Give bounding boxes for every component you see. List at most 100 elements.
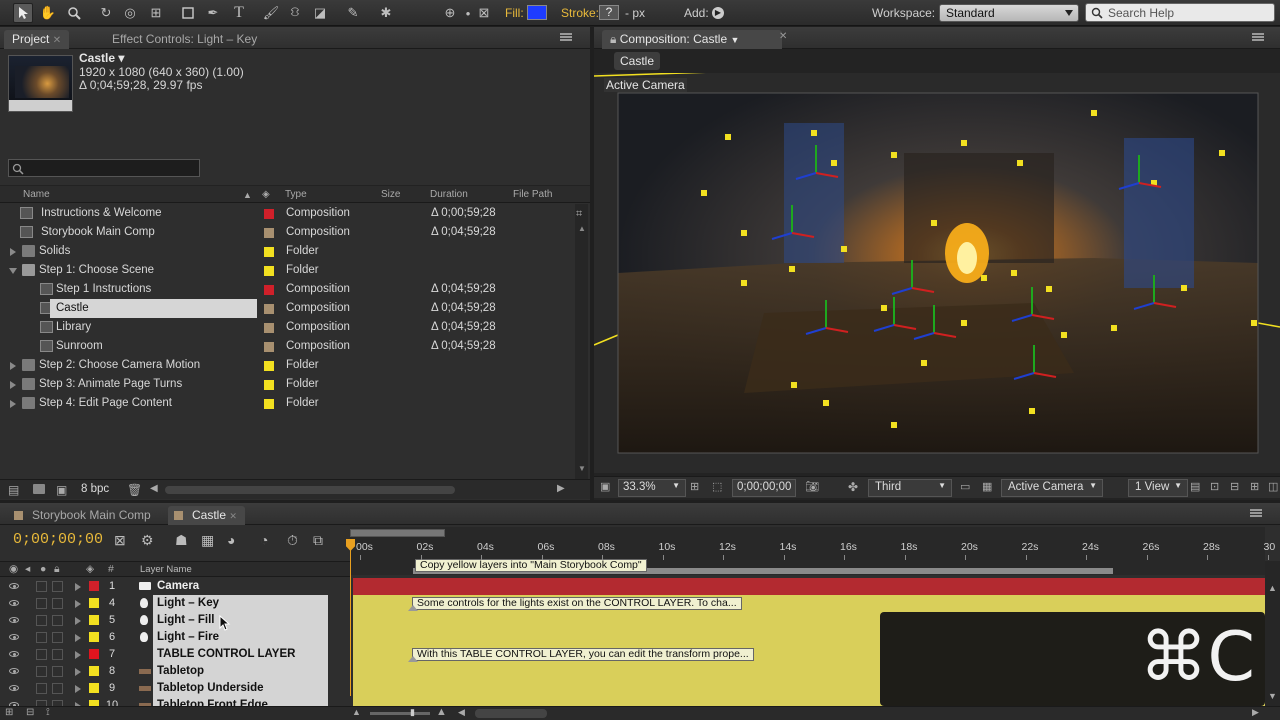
light-handle[interactable] (1061, 332, 1067, 338)
horizontal-scroll-thumb[interactable] (165, 486, 455, 494)
rotate-tool-icon[interactable]: ↻ (96, 3, 116, 23)
light-handle[interactable] (741, 230, 747, 236)
light-handle[interactable] (725, 134, 731, 140)
view-layout-dropdown[interactable]: 1 View ▼ (1128, 479, 1188, 497)
label-color-swatch[interactable] (264, 399, 274, 409)
expand-layer-triangle-icon[interactable] (75, 685, 81, 693)
time-navigator[interactable] (350, 529, 445, 537)
lock-toggle[interactable] (52, 581, 63, 592)
toggle-expand-icon[interactable]: ⟟ (46, 707, 50, 718)
lock-toggle[interactable] (52, 683, 63, 694)
selection-tool-icon[interactable] (13, 3, 33, 23)
light-handle[interactable] (891, 422, 897, 428)
visibility-eye-icon[interactable] (9, 617, 19, 623)
layer-label-color[interactable] (89, 649, 99, 659)
panel-menu-icon[interactable] (1250, 509, 1262, 517)
label-color-swatch[interactable] (264, 380, 274, 390)
scroll-up-icon[interactable]: ▲ (578, 224, 586, 233)
workspace-dropdown[interactable]: Standard (939, 4, 1079, 22)
project-item[interactable]: Step 3: Animate Page Turns Folder (4, 375, 574, 394)
always-preview-icon[interactable]: ▣ (600, 480, 610, 493)
camera-view-dropdown[interactable]: Active Camera ▼ (1001, 479, 1103, 497)
expand-layer-triangle-icon[interactable] (75, 583, 81, 591)
comp-flowchart-icon[interactable]: ⊞ (1250, 480, 1259, 493)
snapshot-icon[interactable]: 📷︎ (805, 480, 819, 493)
col-file-path[interactable]: File Path (513, 186, 552, 204)
marker-icon[interactable] (408, 656, 418, 662)
label-color-swatch[interactable] (264, 209, 274, 219)
light-handle[interactable] (823, 400, 829, 406)
zoom-dropdown[interactable]: 33.3% ▼ (618, 479, 686, 497)
label-color-swatch[interactable] (264, 342, 274, 352)
graph-editor-icon[interactable]: ◔ (260, 532, 268, 548)
layer-label-color[interactable] (89, 615, 99, 625)
light-handle[interactable] (1029, 408, 1035, 414)
label-color-swatch[interactable] (264, 323, 274, 333)
search-help-field[interactable]: Search Help (1085, 3, 1275, 22)
frame-blending-icon[interactable]: ▦ (201, 532, 214, 549)
interpret-footage-icon[interactable]: ▤ (8, 483, 19, 497)
scroll-left-icon[interactable]: ◀ (458, 707, 465, 718)
expand-layer-triangle-icon[interactable] (75, 634, 81, 642)
layer-name[interactable]: Tabletop Underside (153, 680, 328, 697)
layer-label-color[interactable] (89, 581, 99, 591)
tab-composition[interactable]: 🔒︎ Composition: Castle ▼ (602, 30, 782, 49)
solo-toggle[interactable] (36, 598, 47, 609)
stroke-color-swatch[interactable]: ? (599, 5, 619, 20)
solo-toggle[interactable] (36, 649, 47, 660)
solo-toggle[interactable] (36, 581, 47, 592)
visibility-eye-icon[interactable] (9, 634, 19, 640)
tab-castle[interactable]: Castle ✕ (168, 506, 245, 525)
transparency-grid-icon[interactable]: ▦ (982, 480, 992, 493)
exposure-icon[interactable]: ◫ (1268, 480, 1278, 493)
work-area-comment[interactable]: Copy yellow layers into "Main Storybook … (415, 559, 647, 572)
light-handle[interactable] (1251, 320, 1257, 326)
layer-comment[interactable]: With this TABLE CONTROL LAYER, you can e… (412, 648, 754, 661)
scroll-left-icon[interactable]: ◀ (150, 483, 158, 494)
rectangle-tool-icon[interactable] (178, 3, 198, 23)
project-item[interactable]: Step 2: Choose Camera Motion Folder (4, 356, 574, 375)
toggle-switches-icon[interactable]: ⊞ (5, 707, 13, 718)
timeline-link-icon[interactable]: ⊟ (1230, 480, 1239, 493)
expand-layer-triangle-icon[interactable] (75, 651, 81, 659)
project-search-input[interactable] (8, 159, 200, 177)
visibility-eye-icon[interactable] (9, 600, 19, 606)
toggle-modes-icon[interactable]: ⊟ (26, 707, 34, 718)
layer-label-color[interactable] (89, 598, 99, 608)
light-handle[interactable] (891, 152, 897, 158)
light-handle[interactable] (981, 275, 987, 281)
region-of-interest-icon[interactable]: ⬚ (712, 480, 722, 493)
layer-name[interactable]: Light – Fill (153, 612, 328, 629)
orbit-camera-tool-icon[interactable]: ◎ (120, 3, 140, 23)
light-handle[interactable] (841, 246, 847, 252)
zoom-slider[interactable] (370, 712, 430, 715)
comp-nav-castle[interactable]: Castle (614, 52, 661, 70)
layer-name[interactable]: Camera (153, 578, 328, 595)
label-color-swatch[interactable] (264, 285, 274, 295)
layer-name[interactable]: TABLE CONTROL LAYER (153, 646, 328, 663)
col-type[interactable]: Type (285, 186, 307, 204)
lock-toggle[interactable] (52, 666, 63, 677)
marker-icon[interactable] (408, 605, 418, 611)
scroll-down-icon[interactable]: ▼ (1268, 691, 1277, 701)
time-ruler[interactable]: Copy yellow layers into "Main Storybook … (346, 527, 1275, 696)
label-color-swatch[interactable] (264, 266, 274, 276)
preview-name[interactable]: Castle ▾ (79, 51, 124, 65)
clone-stamp-tool-icon[interactable]: ⛻ (285, 3, 305, 23)
project-item[interactable]: Castle Composition Δ 0;04;59;28 (4, 299, 574, 318)
add-menu-icon[interactable]: ▶ (712, 7, 724, 19)
col-name[interactable]: Name (23, 186, 50, 204)
expand-triangle-icon[interactable] (10, 381, 16, 389)
layer-row[interactable]: 4 Light – Key Some controls for the lights… (0, 595, 1280, 612)
visibility-eye-icon[interactable] (9, 583, 19, 589)
visibility-eye-icon[interactable] (9, 651, 19, 657)
zoom-tool-icon[interactable] (64, 3, 84, 23)
fill-color-swatch[interactable] (527, 5, 547, 20)
layer-label-color[interactable] (89, 683, 99, 693)
project-scrollbar[interactable]: ⌗ ▲ ▼ (575, 204, 588, 479)
light-handle[interactable] (921, 360, 927, 366)
lock-toggle[interactable] (52, 632, 63, 643)
label-color-swatch[interactable] (264, 247, 274, 257)
light-handle[interactable] (1046, 286, 1052, 292)
project-item[interactable]: Sunroom Composition Δ 0;04;59;28 (4, 337, 574, 356)
